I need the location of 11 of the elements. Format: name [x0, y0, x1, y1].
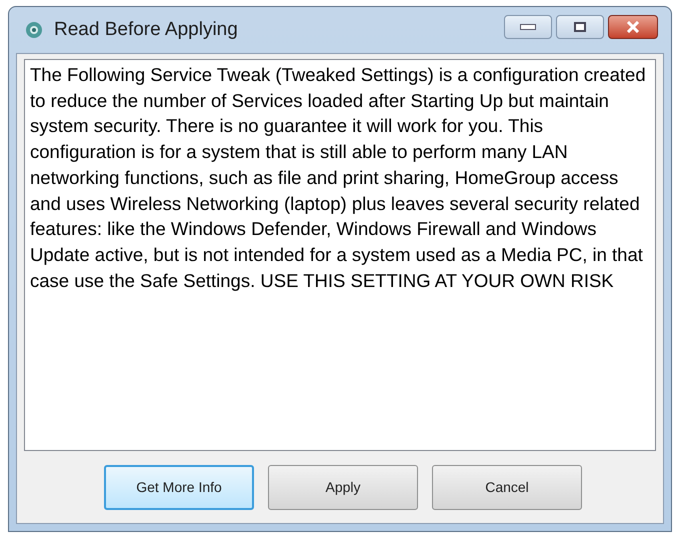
window-title: Read Before Applying	[54, 18, 238, 42]
close-icon	[626, 21, 640, 33]
message-text: The Following Service Tweak (Tweaked Settings) is a configuration created to reduce the number of Services loaded after Starting Up but maintain system security. There is no guarantee it will work for you. This configuration is for a system that is still able to perform many LAN networking functions, such as file and print sharing, HomeGroup access and uses Wireless Networking (laptop) plus leaves several security related features: like the Windows Defender, Windows Firewall and Windows Update active, but is not intended for a system used as a Media PC, in that case use the Safe Settings. USE THIS SETTING AT YOUR OWN RISK	[30, 63, 647, 293]
minimize-button[interactable]	[504, 15, 552, 39]
minimize-icon	[520, 24, 536, 30]
dialog-button[interactable]: Cancel	[432, 465, 582, 510]
dialog-button[interactable]: Get More Info	[104, 465, 254, 510]
maximize-button[interactable]	[556, 15, 604, 39]
close-button[interactable]	[608, 15, 658, 39]
maximize-icon	[574, 22, 586, 32]
dialog-button[interactable]: Apply	[268, 465, 418, 510]
